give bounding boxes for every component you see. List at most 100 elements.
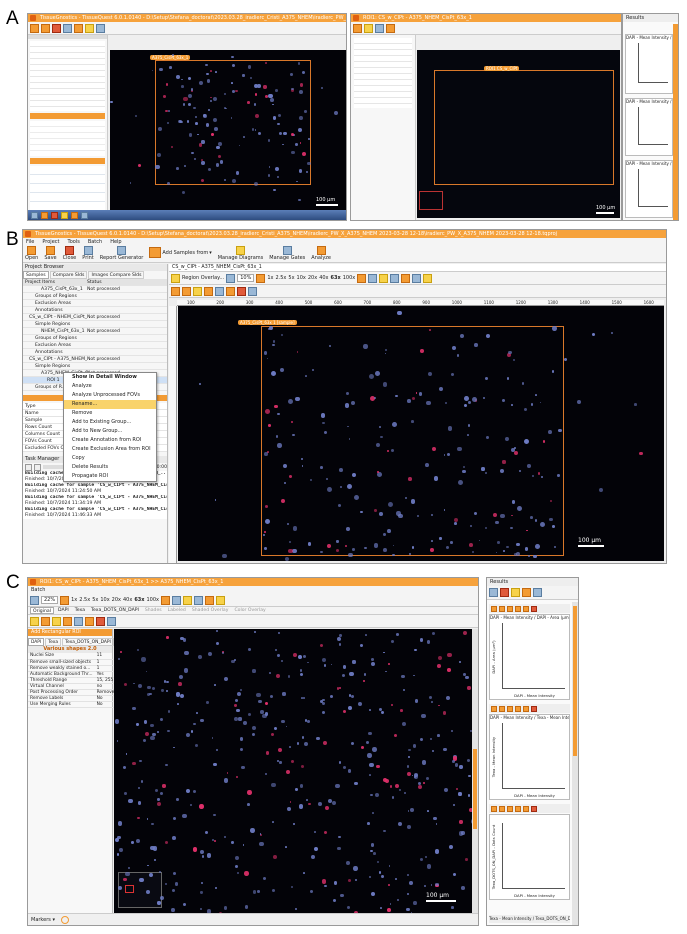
gear-icon[interactable] (491, 805, 497, 812)
circle-icon[interactable] (515, 605, 521, 612)
microscopy-image-a[interactable]: A375_CisPt_63x_1 100 µm (110, 50, 346, 210)
zoom-100x[interactable]: 100x (343, 275, 356, 281)
print-icon[interactable] (63, 23, 72, 33)
copy-roi-icon[interactable] (85, 616, 94, 626)
rect-roi-icon[interactable] (30, 616, 39, 626)
context-menu-item[interactable]: Copy (64, 454, 156, 463)
gear-icon[interactable] (491, 705, 497, 712)
tab-samples[interactable]: Samples (23, 271, 49, 279)
close-icon[interactable] (531, 705, 537, 712)
manage-diagrams-button[interactable]: Manage Diagrams (218, 246, 263, 261)
export-icon[interactable] (522, 588, 531, 597)
scatter-plot-card[interactable]: DAPI - Mean Intensity / Texa - Mean Inte… (489, 704, 570, 800)
manage-diagrams-icon[interactable] (85, 23, 94, 33)
grid-icon[interactable] (172, 595, 182, 605)
plot-area[interactable]: Texa_DOTS_ON_DAPI - Dots Count DAPI - Mea… (489, 814, 570, 900)
zoom-1x[interactable]: 1x (267, 275, 273, 281)
tree-item[interactable]: Exclusion Areas (23, 300, 167, 307)
markers-button[interactable]: Markers (31, 917, 51, 923)
table-icon[interactable] (511, 588, 520, 597)
move-icon[interactable] (215, 286, 224, 296)
delete-roi-icon[interactable] (96, 616, 105, 626)
marker-icon[interactable] (60, 915, 69, 924)
context-menu-item[interactable]: Remove (64, 409, 156, 418)
plot-a-2[interactable]: DAPI - Mean Intensity / Texas - Mean Int… (625, 98, 673, 156)
delete-roi-icon[interactable] (237, 286, 246, 296)
menu-file[interactable]: File (26, 239, 34, 245)
open-button[interactable]: Open (25, 246, 38, 261)
image-tab[interactable]: CS_w_CIPt - A375_NHEM_CisPt_63x_1 (169, 264, 666, 272)
report-generator-button[interactable]: Report Generator (100, 246, 143, 261)
split-icon[interactable] (401, 273, 411, 283)
open-icon[interactable] (30, 23, 39, 33)
plot-a-1[interactable]: DAPI - Mean Intensity / DAPI - Area (µm²… (625, 34, 673, 94)
fit-icon[interactable] (60, 595, 70, 605)
rect-roi-icon[interactable] (171, 286, 180, 296)
zoom-20x[interactable]: 20x (308, 275, 317, 281)
analyze-button[interactable]: Analyze (311, 246, 331, 261)
add-rect-roi-label[interactable]: Add Rectangular ROI (28, 629, 112, 636)
channel-tab[interactable]: Shades (143, 607, 164, 614)
microscopy-image-a-roi[interactable]: ROI1 CS_w_CIPt 100 µm (417, 50, 620, 218)
zoom-20x[interactable]: 20x (112, 597, 121, 603)
chart-icon[interactable] (489, 588, 498, 597)
context-menu-item[interactable]: Delete Results (64, 463, 156, 472)
menu-batch-c[interactable]: Batch (31, 587, 45, 593)
close-icon[interactable] (52, 23, 61, 33)
refresh-icon[interactable] (107, 616, 116, 626)
stop-button[interactable] (25, 463, 32, 471)
star-roi-icon[interactable] (193, 286, 202, 296)
roi-rectangle-right[interactable] (434, 70, 614, 185)
refresh-icon[interactable] (248, 286, 257, 296)
copy-roi-icon[interactable] (226, 286, 235, 296)
scatter-plot-card[interactable]: Texa_DOTS_ON_DAPI - Dots Count DAPI - Mea… (489, 804, 570, 900)
context-menu-item[interactable]: Analyze (64, 382, 156, 391)
roi-tool-icon[interactable] (375, 23, 384, 33)
menu-help[interactable]: Help (110, 239, 121, 245)
tab-compare-slds[interactable]: Compare Slds (49, 271, 88, 279)
zoom-in-icon[interactable] (30, 595, 39, 605)
start-icon[interactable] (31, 211, 38, 219)
fit-icon[interactable] (256, 273, 266, 283)
tree-item[interactable]: Annotations (23, 307, 167, 314)
add-samples-icon[interactable] (74, 23, 83, 33)
channel-tab[interactable]: Color Overlay (232, 607, 267, 614)
polygon-icon[interactable] (523, 805, 529, 812)
zoom-2.5x[interactable]: 2.5x (79, 597, 90, 603)
tree-item[interactable]: NHEM_CisPt_63x_1 Not processed (23, 328, 167, 335)
tree-item[interactable]: Annotations (23, 349, 167, 356)
manage-gates-button[interactable]: Manage Gates (269, 246, 305, 261)
color-icon[interactable] (379, 273, 389, 283)
square-icon[interactable] (507, 805, 513, 812)
zoom-5x[interactable]: 5x (92, 597, 98, 603)
zoom-5x[interactable]: 5x (288, 275, 294, 281)
settings-icon[interactable] (216, 595, 226, 605)
region-overlay-icon[interactable] (171, 273, 180, 283)
context-menu-item[interactable]: Create Exclusion Area from ROI (64, 445, 156, 454)
context-menu-item[interactable]: Add to Existing Group... (64, 418, 156, 427)
tab-images-compare[interactable]: Images Compare Slds (88, 271, 145, 279)
menu-project[interactable]: Project (42, 239, 59, 245)
measure-icon[interactable] (161, 595, 171, 605)
check-icon[interactable] (500, 588, 509, 597)
gate-icon[interactable] (499, 705, 505, 712)
select-icon[interactable] (364, 23, 373, 33)
app2-icon[interactable] (81, 211, 88, 219)
tree-item[interactable]: A375_CisPt_63x_1 Not processed (23, 286, 167, 293)
add-samples-button[interactable]: Add Samples from ▾ (149, 247, 212, 258)
panel-icon[interactable] (412, 273, 422, 283)
move-icon[interactable] (74, 616, 83, 626)
roi-rectangle-b[interactable] (261, 326, 564, 556)
zoom-input-c[interactable]: 22% (41, 596, 59, 604)
channel-tab[interactable]: Labeled (166, 607, 188, 614)
tree-item[interactable]: Groups of Regions (23, 293, 167, 300)
context-menu-item[interactable]: Propagate ROI (64, 472, 156, 481)
zoom-10x[interactable]: 10x (100, 597, 109, 603)
region-overlay-button[interactable]: Region Overlay... (182, 275, 224, 281)
tree-item[interactable]: Simple Regions (23, 363, 167, 370)
pause-button[interactable] (34, 463, 41, 471)
tree-item[interactable]: CS_w_CIPt - A375_NHEM_Ci...Not processed (23, 356, 167, 363)
tab-dapi[interactable]: DAPI (28, 638, 45, 646)
gear-icon[interactable] (491, 605, 497, 612)
context-menu-item[interactable]: Rename... (64, 400, 156, 409)
